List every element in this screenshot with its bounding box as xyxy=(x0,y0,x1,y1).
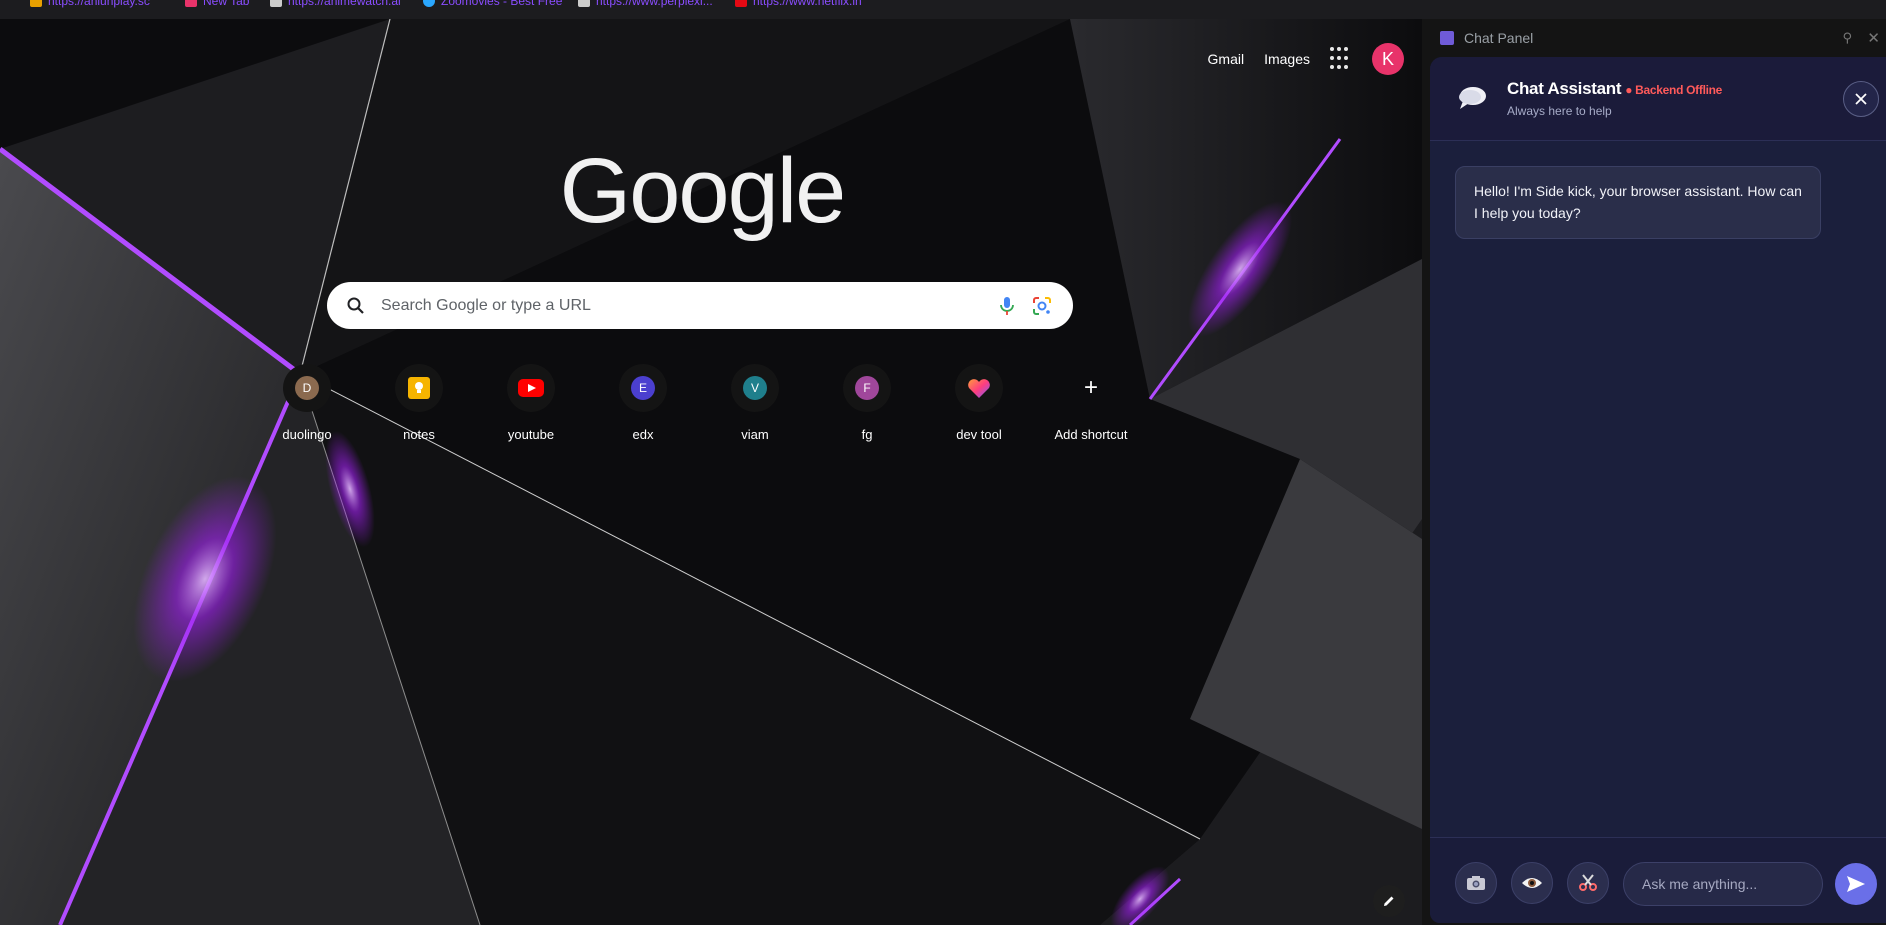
shortcut-tile: E xyxy=(619,364,667,412)
chat-subtitle: Always here to help xyxy=(1507,104,1612,118)
bookmarks-bar: https://aniunplay.sc New Tab https://ani… xyxy=(0,0,1422,20)
top-bar: Gmail Images K xyxy=(1208,39,1422,79)
view-page-button[interactable] xyxy=(1511,862,1553,904)
shortcut-viam[interactable]: V viam xyxy=(699,364,811,442)
bookmark-favicon-icon xyxy=(578,0,590,7)
pin-icon[interactable]: ⚲ xyxy=(1842,30,1852,46)
add-shortcut-button[interactable]: + Add shortcut xyxy=(1035,364,1147,443)
shortcut-notes[interactable]: notes xyxy=(363,364,475,442)
message-input[interactable] xyxy=(1640,875,1814,893)
bookmark-favicon-icon xyxy=(423,0,435,7)
chat-bubble-icon xyxy=(1459,87,1486,109)
bookmark-favicon-icon xyxy=(270,0,282,7)
bulb-icon xyxy=(408,377,430,399)
shortcut-duolingo[interactable]: D duolingo xyxy=(251,364,363,442)
shortcut-tile: D xyxy=(283,364,331,412)
side-panel-top-strip xyxy=(1422,0,1886,19)
gmail-link[interactable]: Gmail xyxy=(1208,51,1245,67)
shortcut-edx[interactable]: E edx xyxy=(587,364,699,442)
scissors-icon xyxy=(1579,874,1597,891)
play-icon xyxy=(518,379,544,397)
backend-status-badge: ● Backend Offline xyxy=(1625,83,1723,97)
shortcut-tile xyxy=(507,364,555,412)
close-side-panel-icon[interactable]: ✕ xyxy=(1867,29,1880,47)
bookmark-item[interactable]: https://www.netflix.in xyxy=(735,0,862,8)
duolingo-favicon-icon: D xyxy=(295,376,319,400)
edx-favicon-icon: E xyxy=(631,376,655,400)
shortcuts-row: D duolingo notes youtube E edx V viam F … xyxy=(251,364,1147,442)
shortcut-fg[interactable]: F fg xyxy=(811,364,923,442)
message-input-wrapper[interactable] xyxy=(1623,862,1823,906)
microphone-icon[interactable] xyxy=(997,295,1017,317)
side-panel-title: Chat Panel xyxy=(1464,30,1534,46)
assistant-message: Hello! I'm Side kick, your browser assis… xyxy=(1455,166,1821,239)
bookmark-favicon-icon xyxy=(185,0,197,7)
bookmark-item[interactable]: https://aniunplay.sc xyxy=(30,0,150,8)
close-icon xyxy=(1855,93,1867,105)
camera-icon xyxy=(1467,876,1485,890)
search-icon xyxy=(347,297,364,314)
send-icon xyxy=(1847,876,1865,892)
shortcut-label: notes xyxy=(403,427,435,442)
shortcut-label: dev tool xyxy=(956,427,1002,442)
send-button[interactable] xyxy=(1835,863,1877,905)
viam-favicon-icon: V xyxy=(743,376,767,400)
shortcut-tile xyxy=(955,364,1003,412)
shortcut-tile: F xyxy=(843,364,891,412)
bookmark-item[interactable]: New Tab xyxy=(185,0,249,8)
chat-title-row: Chat Assistant ● Backend Offline xyxy=(1507,79,1722,99)
google-logo: Google xyxy=(562,140,842,242)
chat-title: Chat Assistant xyxy=(1507,79,1622,98)
search-box[interactable] xyxy=(327,282,1073,329)
bookmark-item[interactable]: https://www.perplexi... xyxy=(578,0,713,8)
customize-button[interactable] xyxy=(1373,885,1405,917)
bookmark-favicon-icon xyxy=(735,0,747,7)
bookmark-item[interactable]: Zoomovies - Best Free xyxy=(423,0,562,8)
chat-panel-icon xyxy=(1440,31,1454,45)
eye-icon xyxy=(1522,878,1542,888)
shortcut-label: edx xyxy=(632,427,654,442)
search-input[interactable] xyxy=(379,295,983,316)
close-chat-button[interactable] xyxy=(1843,81,1879,117)
chat-header: Chat Assistant ● Backend Offline Always h… xyxy=(1430,57,1886,141)
heart-icon xyxy=(968,379,990,398)
shortcut-youtube[interactable]: youtube xyxy=(475,364,587,442)
chat-window: Chat Assistant ● Backend Offline Always h… xyxy=(1430,57,1886,923)
shortcut-label: youtube xyxy=(507,427,555,442)
shortcut-label: Add shortcut xyxy=(1054,427,1128,442)
snip-button[interactable] xyxy=(1567,862,1609,904)
plus-icon: + xyxy=(1083,374,1098,401)
bookmark-item[interactable]: https://animewatch.ai xyxy=(270,0,401,8)
fg-favicon-icon: F xyxy=(855,376,879,400)
shortcut-label: duolingo xyxy=(282,427,332,442)
apps-grid-icon[interactable] xyxy=(1330,47,1354,71)
shortcut-tile: + xyxy=(1067,364,1115,412)
chat-composer xyxy=(1430,837,1886,923)
new-tab-page: Gmail Images K Google D duolingo xyxy=(0,19,1422,925)
shortcut-tile xyxy=(395,364,443,412)
google-lens-icon[interactable] xyxy=(1031,295,1053,317)
images-link[interactable]: Images xyxy=(1264,51,1310,67)
side-panel-header: Chat Panel ⚲ ✕ xyxy=(1422,19,1886,57)
account-avatar[interactable]: K xyxy=(1372,43,1404,75)
side-panel: Chat Panel ⚲ ✕ Chat Assistant ● Backend O… xyxy=(1422,19,1886,925)
shortcut-label: viam xyxy=(741,427,769,442)
shortcut-tile: V xyxy=(731,364,779,412)
google-logo-text: Google xyxy=(562,140,842,242)
screenshot-button[interactable] xyxy=(1455,862,1497,904)
bookmark-favicon-icon xyxy=(30,0,42,7)
shortcut-label: fg xyxy=(861,427,873,442)
pencil-icon xyxy=(1384,896,1394,906)
shortcut-dev-tool[interactable]: dev tool xyxy=(923,364,1035,442)
